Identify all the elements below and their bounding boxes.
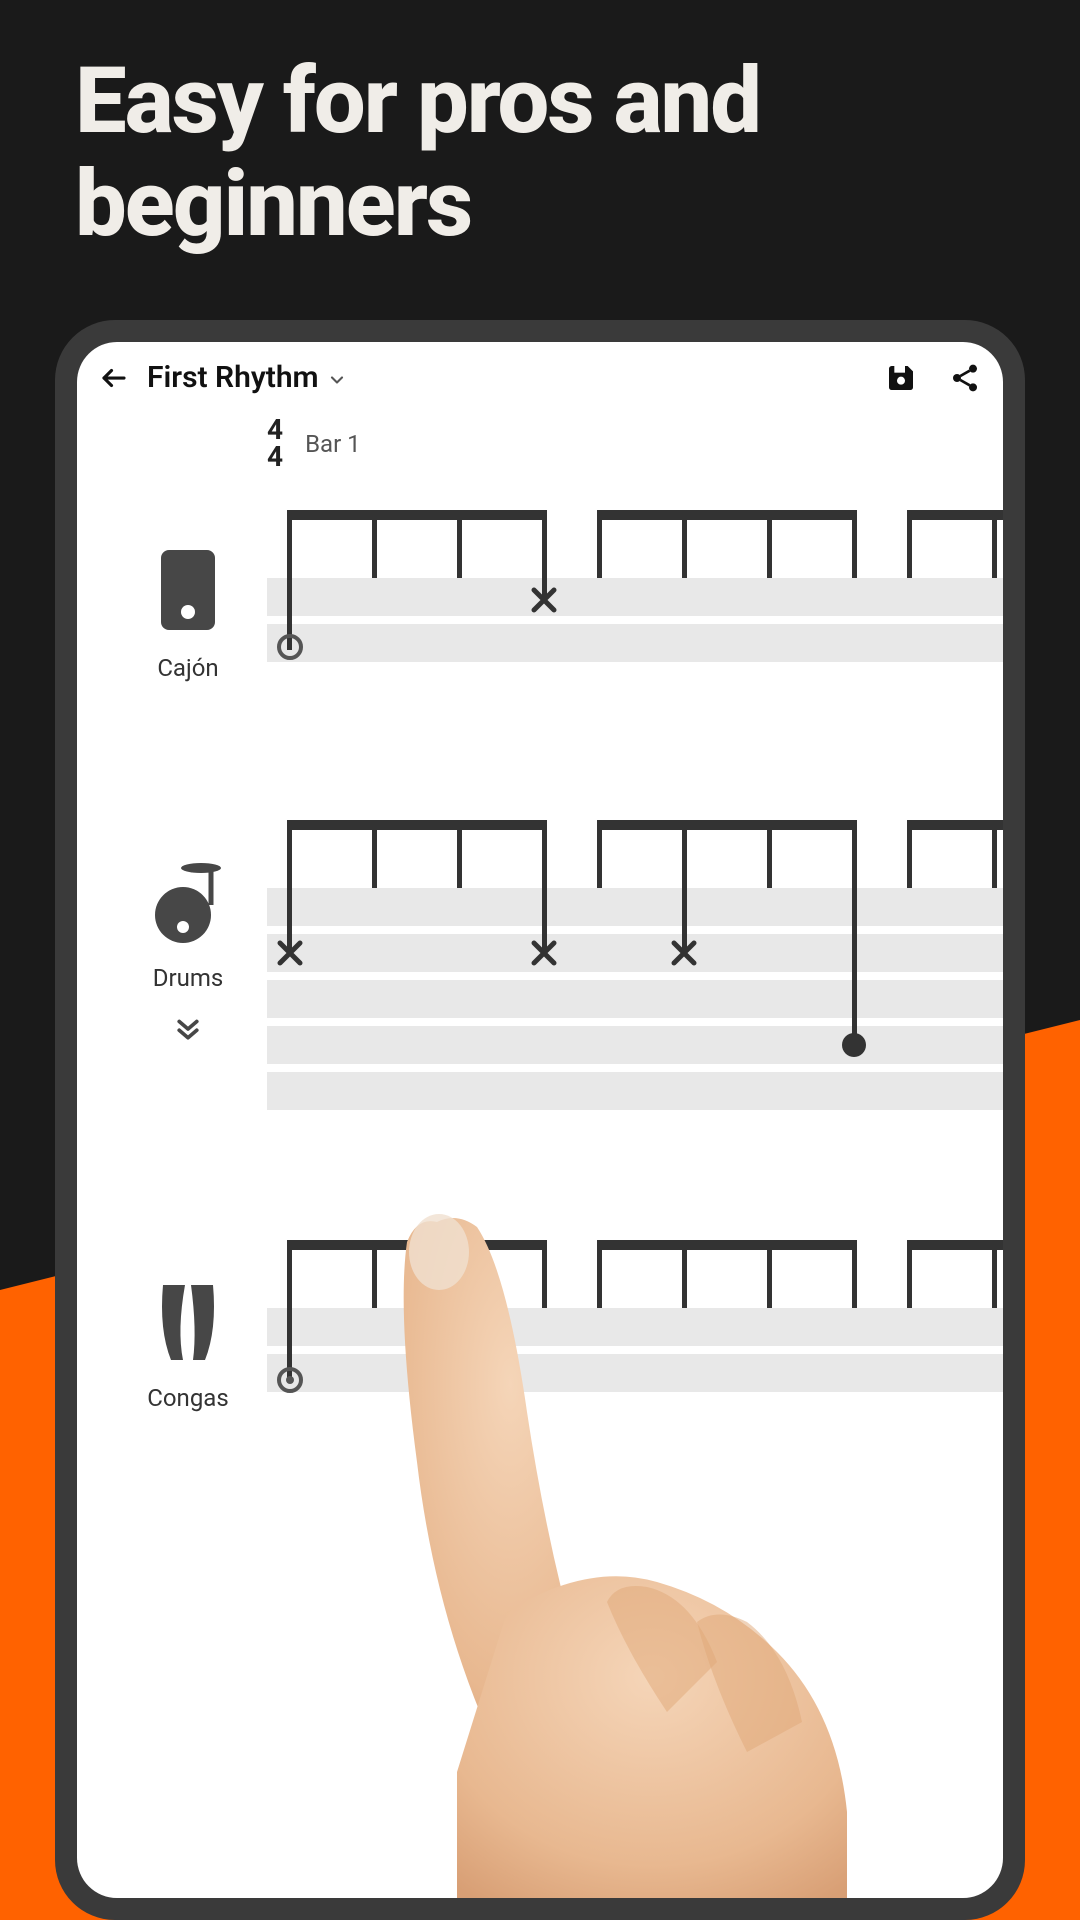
track-name-congas: Congas — [147, 1384, 228, 1412]
notation-cajon[interactable] — [267, 510, 1003, 710]
notation-lane — [267, 1072, 1003, 1110]
notation-lane — [267, 1308, 1003, 1346]
project-title: First Rhythm — [147, 360, 319, 395]
back-arrow-icon[interactable] — [99, 363, 129, 393]
track-drums: Drums — [77, 820, 1003, 1130]
app-screen: First Rhythm 4 4 Bar 1 Cajón — [77, 342, 1003, 1898]
time-signature[interactable]: 4 4 — [267, 417, 283, 470]
bar-label: Bar 1 — [305, 430, 361, 458]
phone-frame: First Rhythm 4 4 Bar 1 Cajón — [55, 320, 1025, 1920]
title-dropdown[interactable]: First Rhythm — [147, 360, 867, 395]
note-dot-icon — [839, 1030, 869, 1060]
save-icon[interactable] — [885, 362, 917, 394]
expand-down-icon[interactable] — [173, 1014, 203, 1044]
notation-lane — [267, 888, 1003, 926]
note-open-icon — [275, 632, 305, 662]
tracks-container: Cajón — [77, 470, 1003, 1440]
track-label-congas[interactable]: Congas — [109, 1280, 267, 1412]
time-sig-bottom: 4 — [267, 444, 283, 471]
notation-lane — [267, 934, 1003, 972]
note-x-icon — [529, 585, 559, 615]
track-congas: Congas — [77, 1240, 1003, 1440]
share-icon[interactable] — [949, 362, 981, 394]
notation-lane — [267, 624, 1003, 662]
notation-drums[interactable] — [267, 820, 1003, 1130]
track-label-drums[interactable]: Drums — [109, 860, 267, 1044]
note-x-icon — [275, 938, 305, 968]
app-header: First Rhythm — [77, 342, 1003, 413]
promo-headline: Easy for pros and beginners — [75, 50, 1005, 256]
notation-lane — [267, 578, 1003, 616]
track-name-cajon: Cajón — [157, 654, 218, 682]
chevron-down-icon — [327, 370, 347, 390]
track-name-drums: Drums — [153, 964, 224, 992]
meta-row: 4 4 Bar 1 — [77, 413, 1003, 470]
cajon-icon — [153, 550, 223, 640]
note-x-icon — [669, 938, 699, 968]
note-x-icon — [529, 938, 559, 968]
track-label-cajon[interactable]: Cajón — [109, 550, 267, 682]
note-target-icon — [275, 1365, 305, 1395]
notation-congas[interactable] — [267, 1240, 1003, 1440]
notation-lane — [267, 980, 1003, 1018]
track-cajon: Cajón — [77, 510, 1003, 710]
notation-lane — [267, 1026, 1003, 1064]
notation-lane — [267, 1354, 1003, 1392]
drums-icon — [153, 860, 223, 950]
congas-icon — [153, 1280, 223, 1370]
